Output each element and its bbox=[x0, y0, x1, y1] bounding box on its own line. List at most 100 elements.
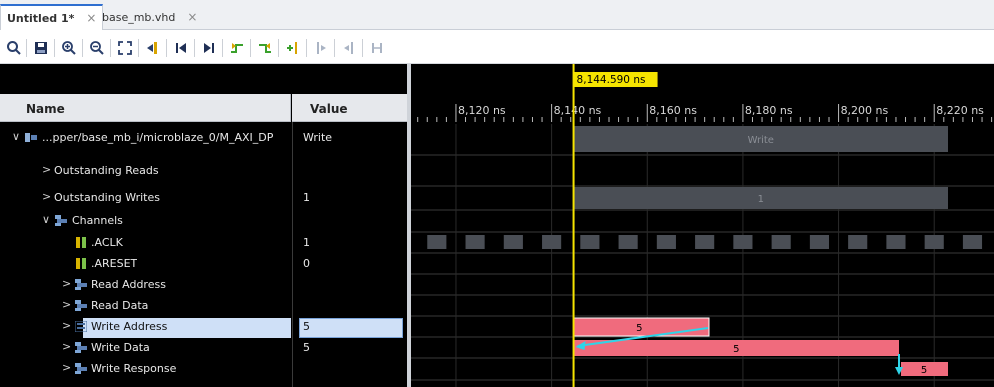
ruler-tick-label: 8,160 ns bbox=[649, 104, 697, 117]
cursor-time-label: 8,144.590 ns bbox=[577, 74, 646, 86]
signal-name: Read Data bbox=[91, 299, 149, 312]
signal-row-write-data[interactable]: > Write Data 5 bbox=[0, 337, 407, 359]
clock-high-pulse bbox=[542, 235, 562, 249]
signal-row-read-address[interactable]: > Read Address bbox=[0, 274, 407, 296]
close-icon[interactable]: × bbox=[187, 10, 197, 24]
clock-high-pulse bbox=[656, 235, 676, 249]
collapse-icon[interactable]: ∨ bbox=[42, 213, 50, 226]
signal-row-m-axi-dp[interactable]: ∨ ...pper/base_mb_i/microblaze_0/M_AXI_D… bbox=[0, 127, 407, 149]
logic-signal-icon bbox=[76, 258, 86, 269]
next-marker-icon[interactable] bbox=[340, 39, 358, 57]
channel-selected-icon bbox=[75, 321, 87, 332]
signal-name: ...pper/base_mb_i/microblaze_0/M_AXI_DP bbox=[42, 131, 274, 144]
expand-icon[interactable]: > bbox=[62, 340, 71, 353]
signal-value: 1 bbox=[303, 191, 310, 204]
clock-high-pulse bbox=[503, 235, 523, 249]
expand-icon[interactable]: > bbox=[62, 319, 71, 332]
ruler-tick-label: 8,200 ns bbox=[841, 104, 889, 117]
signal-name: Outstanding Writes bbox=[54, 191, 160, 204]
signal-value: 0 bbox=[303, 257, 310, 270]
signal-value: 5 bbox=[303, 341, 310, 354]
ruler-tick-label: 8,180 ns bbox=[745, 104, 793, 117]
next-transition-icon[interactable] bbox=[256, 39, 274, 57]
go-to-end-icon[interactable] bbox=[200, 39, 218, 57]
signal-name: Outstanding Reads bbox=[54, 164, 159, 177]
zoom-in-icon[interactable] bbox=[60, 39, 78, 57]
expand-icon[interactable]: > bbox=[42, 163, 51, 176]
waveform-toolbar bbox=[0, 31, 994, 64]
signal-row-write-response[interactable]: > Write Response bbox=[0, 358, 407, 380]
signal-name: .ARESET bbox=[91, 257, 138, 270]
ruler-tick-label: 8,120 ns bbox=[458, 104, 506, 117]
close-icon[interactable]: × bbox=[86, 11, 96, 25]
expand-icon[interactable]: > bbox=[42, 190, 51, 203]
clock-high-pulse bbox=[580, 235, 600, 249]
go-to-start-icon[interactable] bbox=[172, 39, 190, 57]
channel-icon bbox=[75, 279, 87, 290]
go-to-cursor-icon[interactable] bbox=[144, 39, 162, 57]
previous-transition-icon[interactable] bbox=[228, 39, 246, 57]
signal-name: Write Address bbox=[91, 320, 168, 333]
clock-high-pulse bbox=[733, 235, 753, 249]
collapse-icon[interactable]: ∨ bbox=[12, 130, 20, 143]
tab-untitled-1[interactable]: Untitled 1* × bbox=[0, 4, 104, 30]
signal-value: 1 bbox=[303, 236, 310, 249]
ruler-tick-label: 8,220 ns bbox=[936, 104, 984, 117]
write-data-value: 5 bbox=[733, 344, 739, 355]
save-icon[interactable] bbox=[32, 39, 50, 57]
channel-icon bbox=[75, 363, 87, 374]
clock-high-pulse bbox=[427, 235, 447, 249]
channel-icon bbox=[75, 300, 87, 311]
channel-group-icon bbox=[55, 215, 67, 226]
outstanding-writes-label: 1 bbox=[758, 194, 764, 205]
signal-value: 5 bbox=[303, 320, 310, 333]
clock-high-pulse bbox=[886, 235, 906, 249]
clock-high-pulse bbox=[771, 235, 791, 249]
value-column-header[interactable]: Value bbox=[292, 94, 407, 122]
signal-row-aclk[interactable]: .ACLK 1 bbox=[0, 232, 407, 254]
channel-icon bbox=[75, 342, 87, 353]
swap-cursors-icon[interactable] bbox=[368, 39, 386, 57]
name-column-header[interactable]: Name bbox=[0, 94, 291, 122]
signal-row-outstanding-reads[interactable]: > Outstanding Reads bbox=[0, 160, 407, 182]
write-address-value: 5 bbox=[636, 323, 642, 334]
clock-high-pulse bbox=[848, 235, 868, 249]
clock-high-pulse bbox=[962, 235, 983, 249]
search-icon[interactable] bbox=[5, 39, 23, 57]
expand-icon[interactable]: > bbox=[62, 277, 71, 290]
signal-name: .ACLK bbox=[91, 236, 123, 249]
signal-value: Write bbox=[303, 131, 333, 144]
clock-high-pulse bbox=[695, 235, 715, 249]
signal-name: Write Data bbox=[91, 341, 150, 354]
expand-icon[interactable]: > bbox=[62, 361, 71, 374]
signal-name: Write Response bbox=[91, 362, 177, 375]
clock-high-pulse bbox=[809, 235, 829, 249]
waveform-canvas[interactable]: 8,120 ns 8,140 ns 8,160 ns 8,180 ns 8,200 ns… bbox=[411, 64, 994, 387]
previous-marker-icon[interactable] bbox=[312, 39, 330, 57]
signal-row-read-data[interactable]: > Read Data bbox=[0, 295, 407, 317]
logic-signal-icon bbox=[76, 237, 86, 248]
zoom-fit-icon[interactable] bbox=[116, 39, 134, 57]
tab-label: Untitled 1* bbox=[7, 11, 75, 25]
signal-row-channels[interactable]: ∨ Channels bbox=[0, 210, 407, 232]
tab-label: base_mb.vhd bbox=[102, 10, 176, 24]
ruler-tick-label: 8,140 ns bbox=[554, 104, 602, 117]
transaction-bus-label: Write bbox=[748, 135, 774, 146]
clock-high-pulse bbox=[618, 235, 638, 249]
signal-list-panel: Name Value ∨ ...pper/base_mb_i/microblaz… bbox=[0, 64, 411, 387]
tab-bar: Untitled 1* × base_mb.vhd × bbox=[0, 0, 994, 30]
signal-row-areset[interactable]: .ARESET 0 bbox=[0, 253, 407, 275]
clock-high-pulse bbox=[465, 235, 485, 249]
add-marker-icon[interactable] bbox=[284, 39, 302, 57]
expand-icon[interactable]: > bbox=[62, 298, 71, 311]
signal-row-outstanding-writes[interactable]: > Outstanding Writes 1 bbox=[0, 187, 407, 209]
signal-name: Read Address bbox=[91, 278, 166, 291]
waveform-viewer[interactable]: 8,120 ns 8,140 ns 8,160 ns 8,180 ns 8,200 ns… bbox=[411, 64, 994, 387]
tab-base-mb-vhd[interactable]: base_mb.vhd × bbox=[96, 4, 203, 30]
signal-row-write-address[interactable]: > Write Address 5 bbox=[0, 316, 407, 338]
zoom-out-icon[interactable] bbox=[88, 39, 106, 57]
bus-interface-icon bbox=[25, 133, 37, 142]
clock-high-pulse bbox=[924, 235, 944, 249]
signal-name: Channels bbox=[72, 214, 123, 227]
write-response-value: 5 bbox=[921, 365, 927, 376]
